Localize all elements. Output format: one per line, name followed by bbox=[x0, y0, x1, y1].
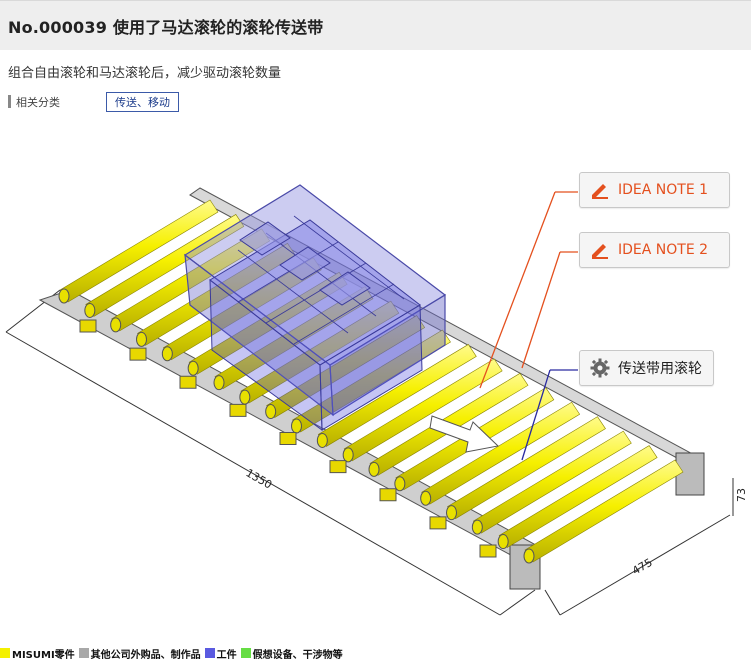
legend-swatch bbox=[78, 648, 89, 658]
mounting-bracket bbox=[429, 516, 447, 530]
legend-label: 假想设备、干涉物等 bbox=[252, 649, 343, 661]
legend-label: MISUMI零件 bbox=[12, 649, 75, 661]
roller-end-cap bbox=[497, 534, 509, 550]
roller-note-label: 传送带用滚轮 bbox=[618, 361, 702, 377]
legend-swatch bbox=[240, 648, 251, 658]
idea-note-1-button[interactable]: IDEA NOTE 1 bbox=[579, 172, 730, 208]
roller-end-cap bbox=[58, 288, 70, 304]
gear-icon bbox=[590, 358, 610, 378]
mounting-bracket bbox=[279, 432, 297, 445]
roller-end-cap bbox=[110, 317, 122, 333]
roller-end-cap bbox=[316, 432, 328, 448]
dimension-width: 475 bbox=[630, 556, 655, 578]
idea-note-2-pointer bbox=[521, 251, 561, 369]
mounting-bracket bbox=[129, 347, 147, 361]
roller-end-cap bbox=[446, 505, 457, 521]
category-marker bbox=[8, 95, 11, 108]
mounting-bracket bbox=[179, 375, 197, 389]
mounting-bracket bbox=[329, 460, 347, 474]
idea-note-1-label: IDEA NOTE 1 bbox=[618, 182, 709, 198]
roller-end-cap bbox=[84, 302, 96, 318]
roller-end-cap bbox=[523, 548, 535, 564]
legend-label: 工件 bbox=[216, 649, 237, 661]
roller-note-button[interactable]: 传送带用滚轮 bbox=[579, 350, 714, 386]
mounting-bracket bbox=[379, 488, 397, 502]
mounting-bracket bbox=[79, 319, 97, 333]
roller-end-cap bbox=[471, 519, 483, 535]
page-description: 组合自由滚轮和马达滚轮后，减少驱动滚轮数量 bbox=[8, 66, 282, 81]
legend-item-misumi: MISUMI零件 bbox=[0, 646, 75, 661]
category-label: 相关分类 bbox=[16, 95, 60, 109]
page-header: No.000039 使用了马达滚轮的滚轮传送带 bbox=[0, 0, 751, 50]
color-legend: MISUMI零件 其他公司外购品、制作品 工件 假想设备、干涉物等 bbox=[0, 645, 347, 661]
idea-note-1-pointer bbox=[479, 191, 556, 389]
roller-end-cap bbox=[342, 447, 354, 463]
dimension-height: 73 bbox=[735, 488, 748, 502]
legend-item-other: 其他公司外购品、制作品 bbox=[78, 646, 201, 661]
roller-end-cap bbox=[213, 375, 225, 391]
idea-note-2-button[interactable]: IDEA NOTE 2 bbox=[579, 232, 730, 268]
dimension-length: 1350 bbox=[244, 466, 275, 491]
roller-end-cap bbox=[187, 360, 199, 376]
pencil-icon bbox=[592, 184, 608, 199]
idea-note-2-label: IDEA NOTE 2 bbox=[618, 242, 709, 258]
legend-swatch bbox=[204, 648, 215, 658]
legend-item-workpiece: 工件 bbox=[204, 646, 237, 661]
roller-end-cap bbox=[291, 418, 302, 434]
roller-end-cap bbox=[239, 389, 251, 405]
legend-label: 其他公司外购品、制作品 bbox=[90, 649, 201, 661]
roller-end-cap bbox=[420, 490, 432, 506]
mounting-bracket bbox=[229, 403, 247, 417]
roller-end-cap bbox=[265, 404, 277, 420]
category-row: 相关分类 传送、移动 bbox=[8, 91, 179, 112]
roller-end-cap bbox=[368, 461, 380, 477]
pencil-icon bbox=[592, 244, 608, 259]
roller-end-cap bbox=[136, 331, 147, 347]
category-tag-link[interactable]: 传送、移动 bbox=[106, 91, 179, 112]
page-title: No.000039 使用了马达滚轮的滚轮传送带 bbox=[8, 18, 324, 37]
legend-item-virtual: 假想设备、干涉物等 bbox=[240, 646, 343, 661]
roller-end-cap bbox=[161, 346, 173, 362]
legend-swatch bbox=[0, 648, 10, 658]
mounting-bracket bbox=[479, 544, 497, 558]
